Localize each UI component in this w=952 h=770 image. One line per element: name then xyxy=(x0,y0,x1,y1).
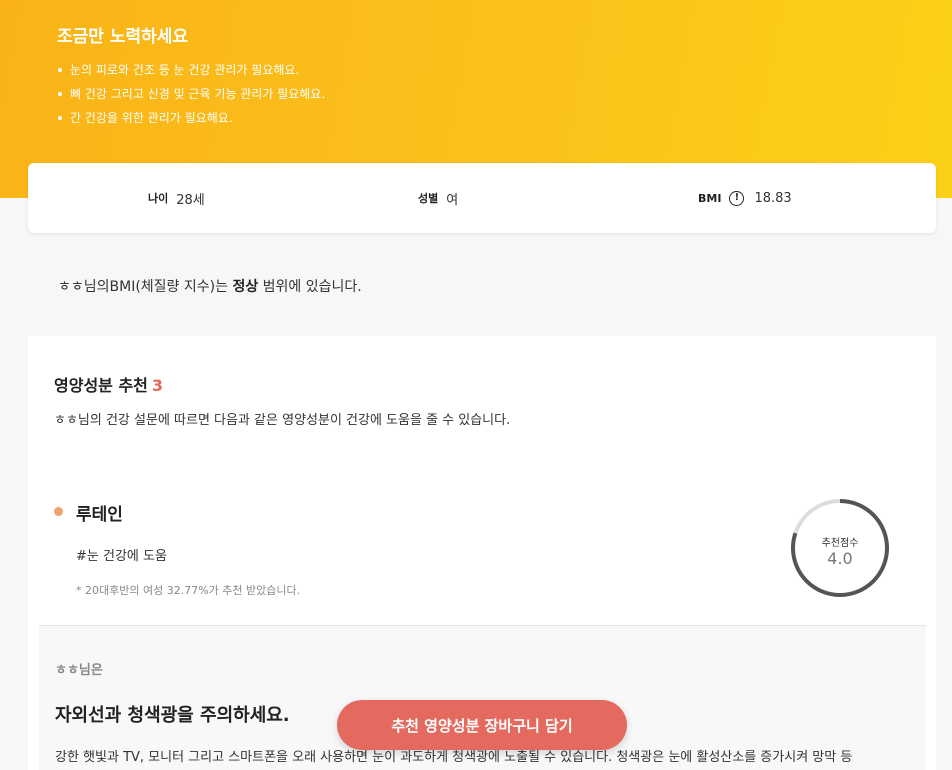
age-info: 나이 28세 xyxy=(148,163,205,233)
bmi-result-text: ㅎㅎ님의BMI(체질량 지수)는 정상 범위에 있습니다. xyxy=(58,276,362,296)
bmi-info: BMI ! 18.83 xyxy=(698,163,792,233)
score-label: 추천점수 xyxy=(821,538,859,549)
bmi-result-prefix: ㅎㅎ님의BMI(체질량 지수)는 xyxy=(58,279,233,295)
bmi-value: 18.83 xyxy=(754,190,792,206)
age-value: 28세 xyxy=(176,192,205,208)
nutrient-note: * 20대후반의 여성 32.77%가 추천 받았습니다. xyxy=(76,584,301,597)
age-label: 나이 xyxy=(148,192,169,205)
add-to-cart-button[interactable]: 추천 영양성분 장바구니 담기 xyxy=(337,700,627,750)
caution-user: ㅎㅎ님은 xyxy=(55,663,103,678)
bmi-result-suffix: 범위에 있습니다. xyxy=(258,279,362,295)
nutrient-tag: #눈 건강에 도움 xyxy=(76,549,167,564)
summary-item: 눈의 피로와 건조 등 눈 건강 관리가 필요해요. xyxy=(57,58,325,82)
profile-info-card: 나이 28세 성별 여 BMI ! 18.83 xyxy=(28,163,936,233)
bmi-label: BMI xyxy=(698,191,722,205)
recommendation-title: 영양성분 추천 3 xyxy=(54,372,163,396)
summary-item: 간 건강을 위한 관리가 필요해요. xyxy=(57,106,325,130)
sex-label: 성별 xyxy=(418,192,439,205)
sex-info: 성별 여 xyxy=(418,163,458,233)
summary-list: 눈의 피로와 건조 등 눈 건강 관리가 필요해요. 뼈 건강 그리고 신경 및… xyxy=(57,58,325,130)
score-value: 4.0 xyxy=(827,549,853,568)
bmi-result-status: 정상 xyxy=(232,279,259,295)
recommendation-title-text: 영양성분 추천 xyxy=(54,376,148,395)
recommendation-description: ㅎㅎ님의 건강 설문에 따르면 다음과 같은 영양성분이 건강에 도움을 줄 수… xyxy=(54,413,511,428)
recommendation-count: 3 xyxy=(151,376,164,395)
caution-title: 자외선과 청색광을 주의하세요. xyxy=(55,705,290,726)
summary-item: 뼈 건강 그리고 신경 및 근육 기능 관리가 필요해요. xyxy=(57,82,325,106)
nutrient-dot-icon xyxy=(54,507,63,516)
summary-title: 조금만 노력하세요 xyxy=(57,27,189,47)
sex-value: 여 xyxy=(446,192,459,208)
alert-circle-icon[interactable]: ! xyxy=(729,190,745,206)
nutrient-name[interactable]: 루테인 xyxy=(76,500,123,525)
score-ring: 추천점수 4.0 xyxy=(788,496,892,600)
